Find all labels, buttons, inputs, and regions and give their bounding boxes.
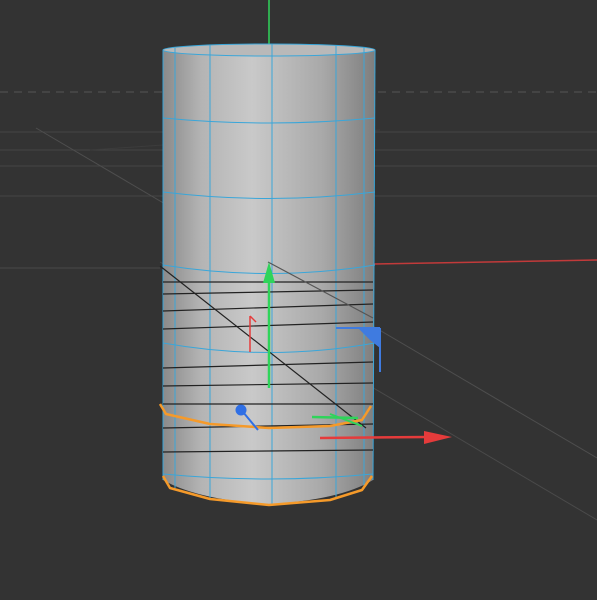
world-x-axis-line (373, 259, 597, 265)
viewport-canvas[interactable] (0, 0, 597, 600)
gizmo-x-arrowhead[interactable] (424, 431, 452, 444)
gizmo-z-handle[interactable] (235, 404, 247, 416)
gizmo-x-axis[interactable] (319, 435, 429, 440)
3d-viewport[interactable] (0, 0, 597, 600)
cylinder-top-cap (162, 43, 376, 57)
